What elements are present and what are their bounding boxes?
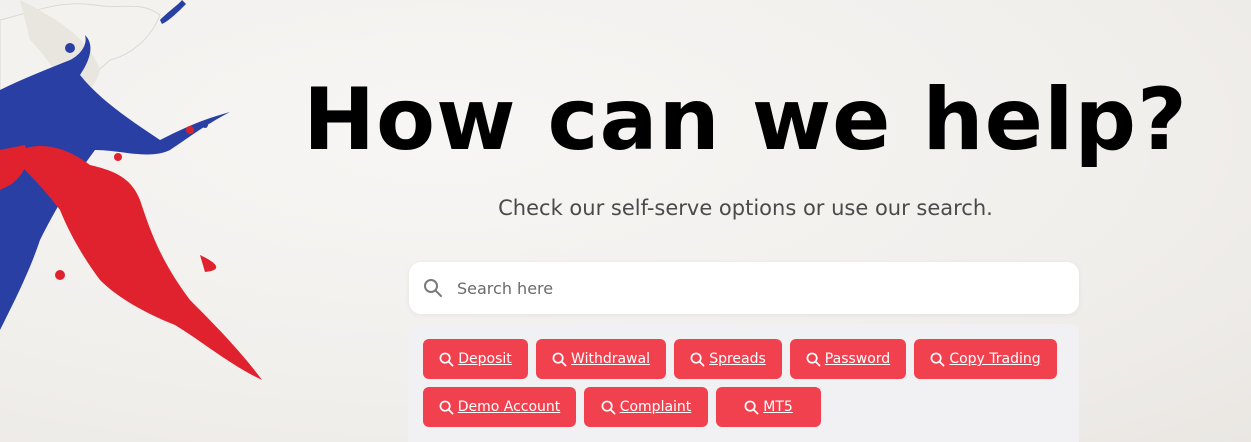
quick-link-demo-account[interactable]: Demo Account	[423, 387, 576, 427]
search-icon	[806, 352, 821, 366]
search-icon	[439, 400, 454, 414]
search-bar[interactable]	[409, 262, 1079, 314]
quick-link-spreads[interactable]: Spreads	[674, 339, 782, 379]
quick-link-label: Demo Account	[457, 399, 561, 415]
quick-link-label: Withdrawal	[571, 351, 650, 367]
search-input[interactable]	[455, 277, 1039, 299]
quick-link-copy-trading[interactable]: Copy Trading	[914, 339, 1057, 379]
page-subtitle: Check our self-serve options or use our …	[498, 196, 993, 220]
search-icon	[424, 279, 442, 297]
search-icon	[744, 400, 759, 414]
search-icon	[690, 352, 705, 366]
search-icon	[930, 352, 945, 366]
quick-links-panel: Deposit Withdrawal Spreads Password Copy…	[408, 324, 1079, 442]
quick-link-label: Complaint	[619, 399, 692, 415]
page-title: How can we help?	[303, 70, 1188, 170]
search-icon	[552, 352, 567, 366]
search-icon	[601, 400, 616, 414]
quick-link-complaint[interactable]: Complaint	[584, 387, 708, 427]
quick-link-withdrawal[interactable]: Withdrawal	[536, 339, 666, 379]
quick-link-mt5[interactable]: MT5	[716, 387, 821, 427]
quick-link-label: Deposit	[458, 351, 512, 367]
paint-splash-illustration	[0, 0, 262, 380]
quick-link-deposit[interactable]: Deposit	[423, 339, 528, 379]
quick-link-label: Copy Trading	[949, 351, 1041, 367]
quick-link-label: Spreads	[709, 351, 766, 367]
search-icon	[439, 352, 454, 366]
quick-link-label: MT5	[763, 399, 793, 415]
quick-link-label: Password	[824, 351, 891, 367]
quick-link-password[interactable]: Password	[790, 339, 906, 379]
